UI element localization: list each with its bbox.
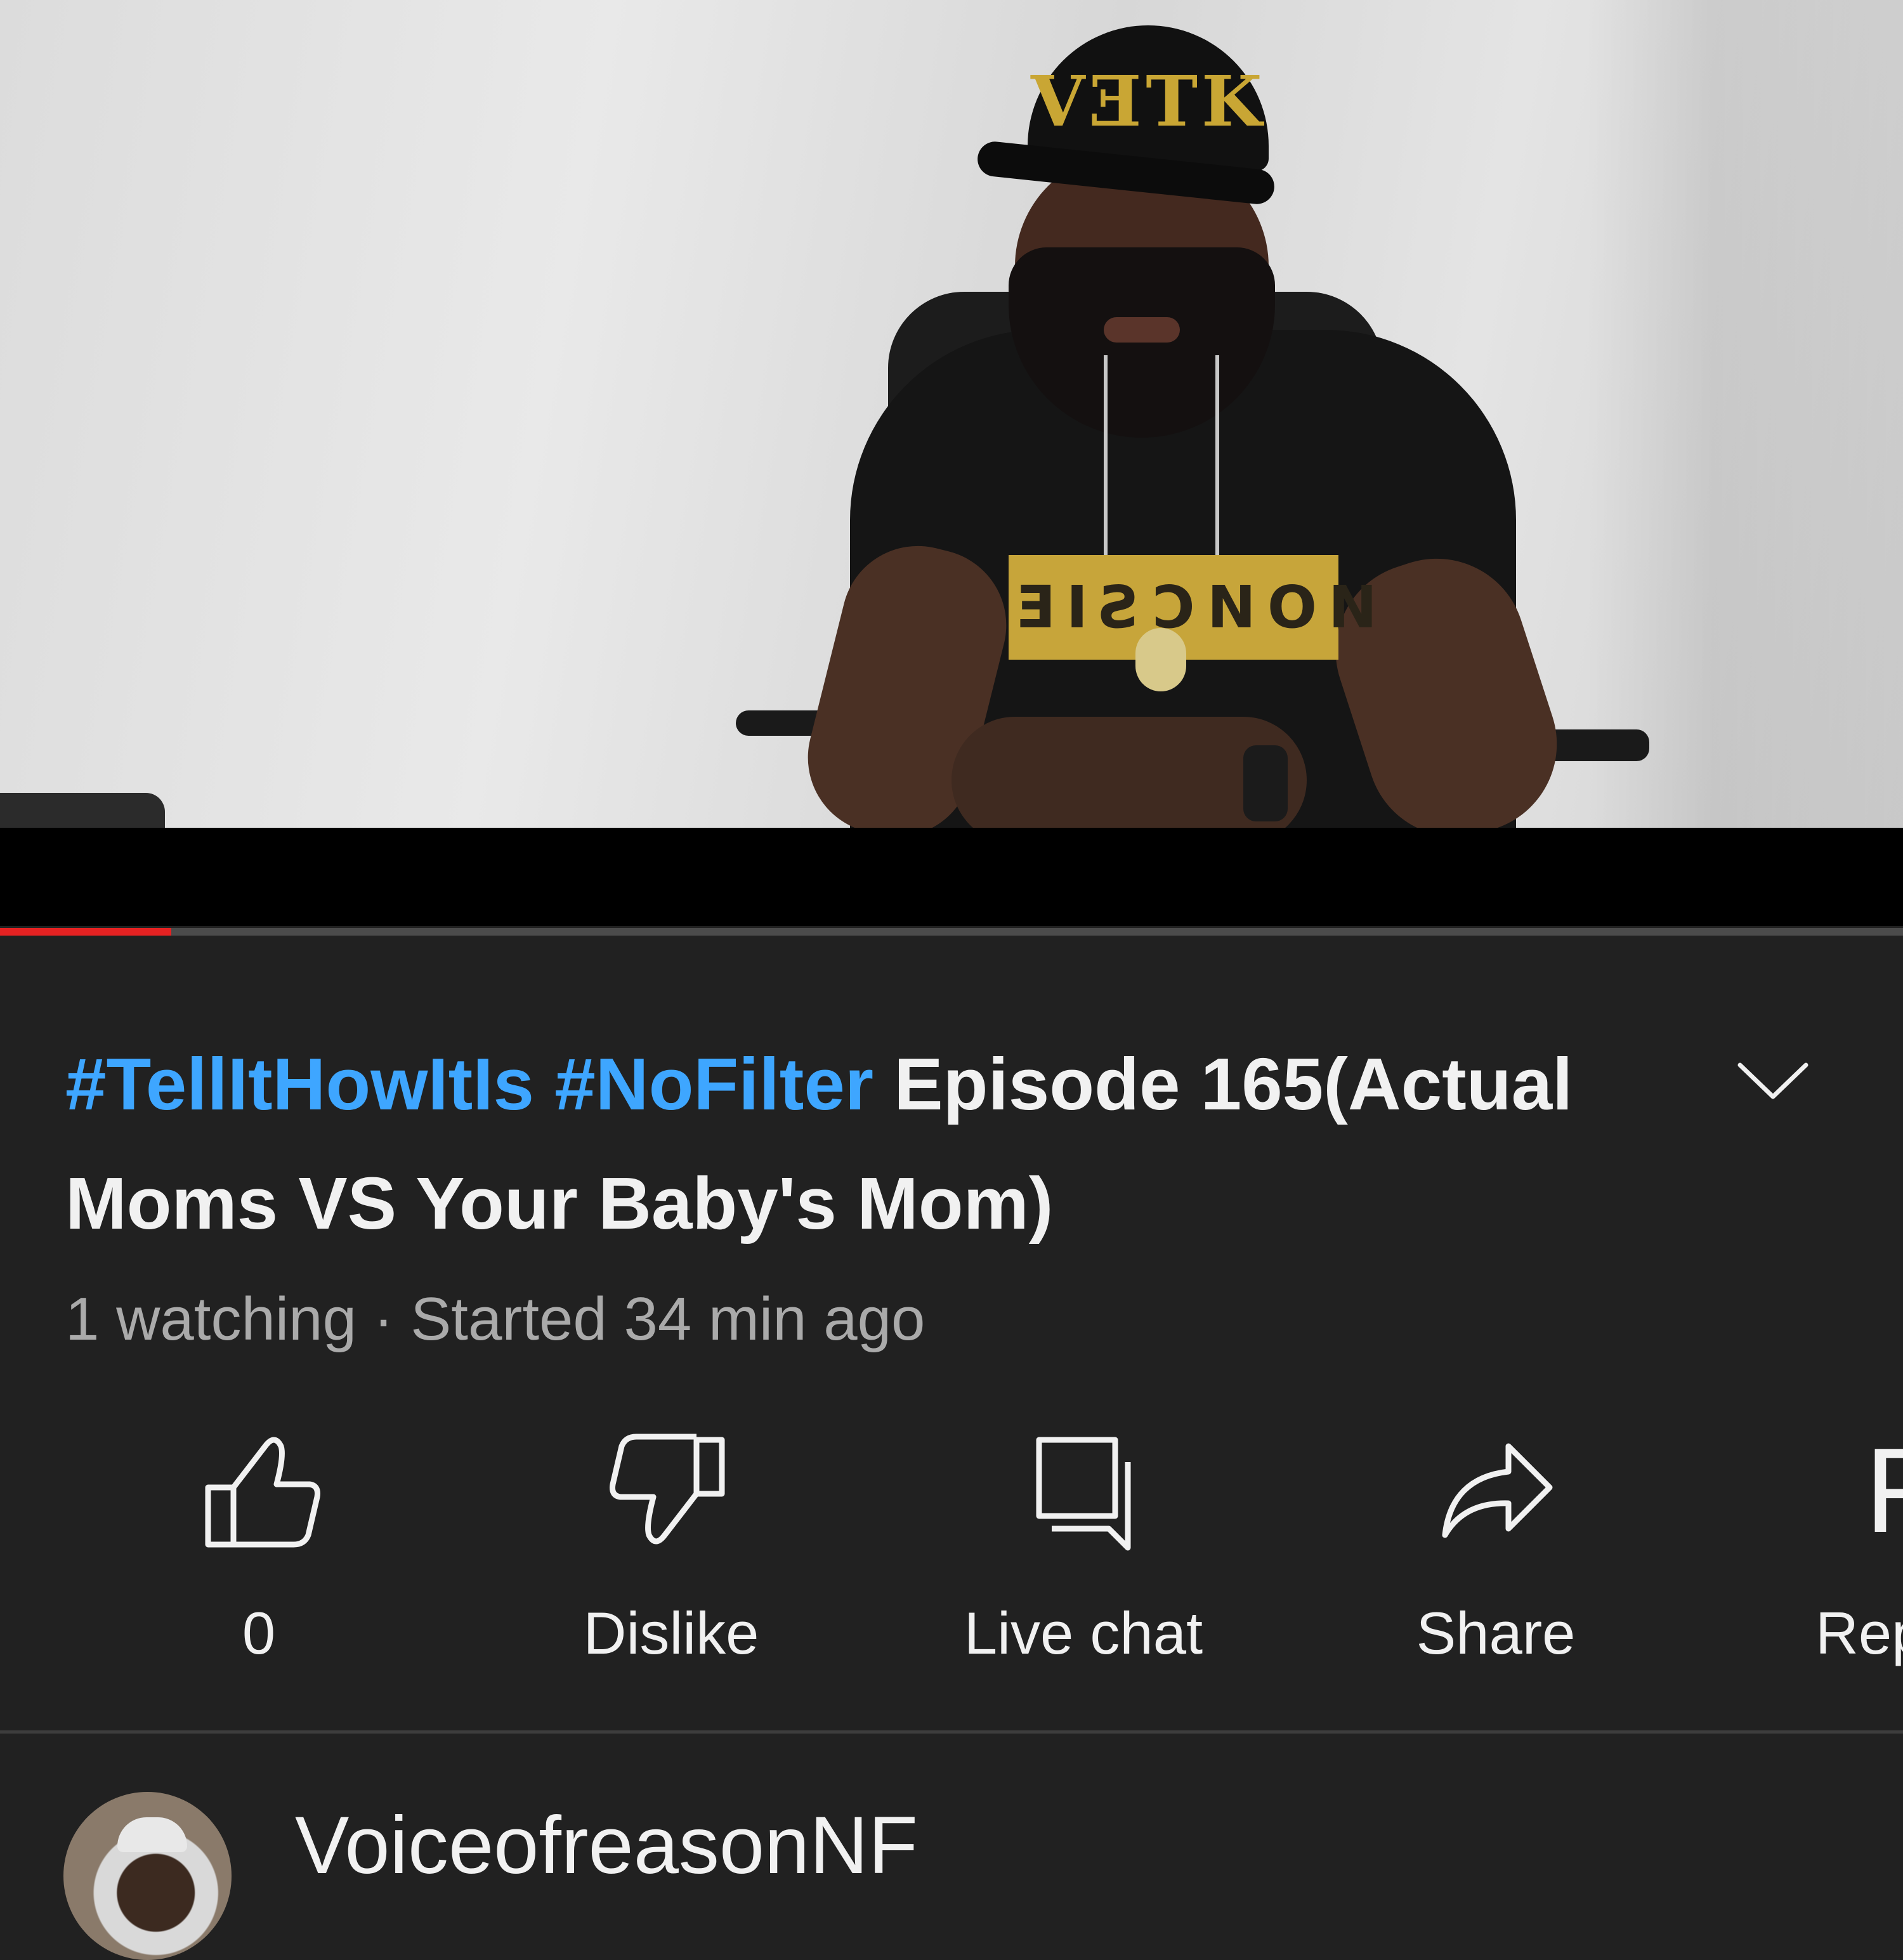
video-player[interactable]: VƎTK ƎIƧƆNON bbox=[0, 0, 1903, 926]
action-bar: 0 Dislike Live chat Share F Rep bbox=[0, 1427, 1903, 1694]
like-count: 0 bbox=[242, 1600, 276, 1666]
dislike-button[interactable]: Dislike bbox=[538, 1427, 804, 1694]
chevron-down-icon bbox=[1737, 1062, 1808, 1099]
cap-logo: VƎTK bbox=[1031, 60, 1266, 142]
like-button[interactable]: 0 bbox=[126, 1427, 392, 1694]
dislike-label: Dislike bbox=[583, 1600, 759, 1666]
share-icon bbox=[1442, 1443, 1553, 1538]
channel-name[interactable]: VoiceofreasonNF bbox=[295, 1798, 918, 1893]
section-divider bbox=[0, 1730, 1903, 1734]
avatar-cap bbox=[117, 1817, 187, 1852]
hashtag-link[interactable]: #TellItHowItIs bbox=[65, 1043, 534, 1125]
report-button[interactable]: F Rep bbox=[1770, 1427, 1903, 1694]
live-chat-label: Live chat bbox=[964, 1600, 1203, 1666]
report-label: Rep bbox=[1815, 1600, 1903, 1666]
expand-description-button[interactable] bbox=[1735, 1056, 1811, 1107]
wall-shadow bbox=[1586, 0, 1903, 828]
live-chat-button[interactable]: Live chat bbox=[950, 1427, 1217, 1694]
thumbs-up-icon bbox=[205, 1437, 320, 1548]
progress-bar-fill[interactable] bbox=[0, 928, 171, 936]
video-frame[interactable]: VƎTK ƎIƧƆNON bbox=[0, 0, 1903, 828]
hashtag-link[interactable]: #NoFilter bbox=[554, 1043, 873, 1125]
share-button[interactable]: Share bbox=[1363, 1427, 1629, 1694]
share-label: Share bbox=[1416, 1600, 1576, 1666]
channel-avatar[interactable] bbox=[63, 1792, 232, 1960]
meta-separator: · bbox=[356, 1285, 411, 1353]
watching-count: 1 watching bbox=[65, 1285, 356, 1353]
video-meta: 1 watching · Started 34 min ago bbox=[65, 1281, 925, 1357]
live-chat-icon bbox=[1036, 1437, 1131, 1551]
wrist-watch bbox=[1243, 745, 1288, 821]
person-mouth bbox=[1104, 317, 1180, 343]
progress-track[interactable] bbox=[0, 928, 1903, 936]
desk-edge bbox=[0, 793, 165, 828]
necklace-pendant bbox=[1135, 628, 1186, 691]
thumbs-down-icon bbox=[610, 1434, 725, 1545]
flag-icon: F bbox=[1865, 1427, 1903, 1558]
video-title[interactable]: #TellItHowItIs #NoFilter Episode 165(Act… bbox=[65, 1024, 1683, 1263]
started-time: Started 34 min ago bbox=[410, 1285, 925, 1353]
